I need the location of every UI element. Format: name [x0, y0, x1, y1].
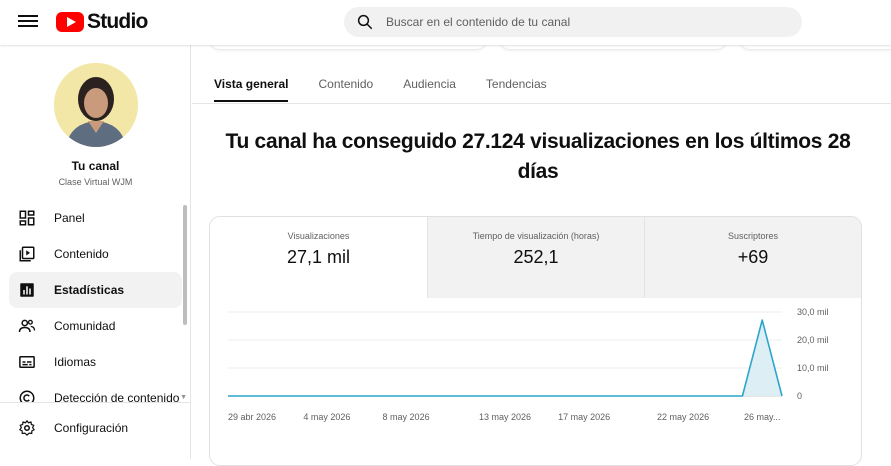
youtube-studio-logo[interactable]: Studio: [56, 10, 148, 34]
views-area: [228, 320, 782, 396]
search-bar[interactable]: [344, 7, 802, 37]
top-bar: Studio: [0, 0, 891, 45]
sidebar-scrollbar[interactable]: [183, 205, 187, 325]
search-input[interactable]: [386, 15, 766, 29]
metric-subscribers[interactable]: Suscriptores +69: [644, 217, 861, 298]
metric-label: Visualizaciones: [287, 231, 350, 241]
sidebar-item-idiomas[interactable]: Idiomas: [9, 344, 182, 380]
x-tick-label: 22 may 2026: [657, 412, 709, 422]
x-tick-label: 8 may 2026: [383, 412, 430, 422]
search-icon[interactable]: [356, 13, 374, 31]
metric-views[interactable]: Visualizaciones 27,1 mil: [210, 217, 427, 298]
subtitles-icon: [19, 356, 35, 368]
sidebar-item-label: Comunidad: [54, 319, 116, 333]
y-tick-label: 20,0 mil: [797, 335, 829, 345]
sidebar-item-configuracion[interactable]: Configuración: [9, 410, 182, 446]
sidebar-footer: Configuración: [0, 402, 190, 459]
x-tick-label: 4 may 2026: [303, 412, 350, 422]
sidebar-item-label: Idiomas: [54, 355, 97, 369]
x-tick-label: 17 may 2026: [558, 412, 610, 422]
y-tick-label: 10,0 mil: [797, 363, 829, 373]
sidebar-item-contenido[interactable]: Contenido: [9, 236, 182, 272]
metric-value: 252,1: [513, 247, 559, 267]
gear-icon: [18, 419, 36, 436]
sidebar-item-label: Estadísticas: [54, 283, 125, 297]
x-tick-label: 26 may...: [744, 412, 780, 422]
page-headline: Tu canal ha conseguido 27.124 visualizac…: [225, 130, 851, 183]
community-icon: [18, 319, 36, 333]
tab-tendencias[interactable]: Tendencias: [486, 77, 547, 102]
metric-value: 27,1 mil: [286, 247, 351, 267]
channel-name: Tu canal: [71, 159, 120, 173]
metric-label: Tiempo de visualización (horas): [472, 231, 600, 241]
sidebar: Tu canal Clase Virtual WJM Panel Conteni…: [0, 45, 191, 459]
chevron-down-icon: ▼: [180, 394, 187, 401]
metric-tabs: Visualizaciones 27,1 mil Tiempo de visua…: [210, 217, 861, 298]
x-tick-label: 13 may 2026: [479, 412, 531, 422]
avatar-image: [54, 63, 138, 147]
y-tick-label: 0: [797, 391, 802, 401]
youtube-play-icon: [56, 12, 84, 32]
channel-handle: Clase Virtual WJM: [58, 177, 133, 187]
tabs-divider: [192, 103, 891, 104]
views-line: [228, 319, 783, 397]
main-content: Vista general Contenido Audiencia Tenden…: [192, 37, 891, 466]
sidebar-item-comunidad[interactable]: Comunidad: [9, 308, 182, 344]
sidebar-nav: Panel Contenido Estadísticas Comunidad I…: [9, 200, 187, 416]
sidebar-item-panel[interactable]: Panel: [9, 200, 182, 236]
logo-text: Studio: [87, 10, 148, 33]
metric-label: Suscriptores: [727, 231, 779, 241]
sidebar-item-estadisticas[interactable]: Estadísticas: [9, 272, 182, 308]
hamburger-menu-icon[interactable]: [18, 12, 38, 32]
tab-vista-general[interactable]: Vista general: [214, 77, 289, 102]
metric-watch-time[interactable]: Tiempo de visualización (horas) 252,1: [427, 217, 644, 298]
analytics-icon: [20, 283, 34, 297]
x-tick-label: 29 abr 2026: [228, 412, 276, 422]
metric-value: +69: [737, 247, 769, 267]
content-icon: [19, 246, 35, 262]
tab-contenido[interactable]: Contenido: [318, 77, 373, 102]
sidebar-item-label: Contenido: [54, 247, 109, 261]
views-chart: 0 10,0 mil 20,0 mil 30,0 mil 29 abr 2026 4 ma…: [228, 307, 829, 422]
sidebar-item-label: Configuración: [54, 421, 129, 435]
tab-audiencia[interactable]: Audiencia: [403, 77, 456, 102]
channel-avatar[interactable]: [54, 63, 138, 147]
analytics-tabs: Vista general Contenido Audiencia Tenden…: [214, 77, 547, 102]
y-tick-label: 30,0 mil: [797, 307, 829, 317]
metrics-chart-card: Visualizaciones 27,1 mil Tiempo de visua…: [209, 216, 862, 466]
dashboard-icon: [19, 210, 35, 226]
sidebar-item-label: Panel: [54, 211, 85, 225]
